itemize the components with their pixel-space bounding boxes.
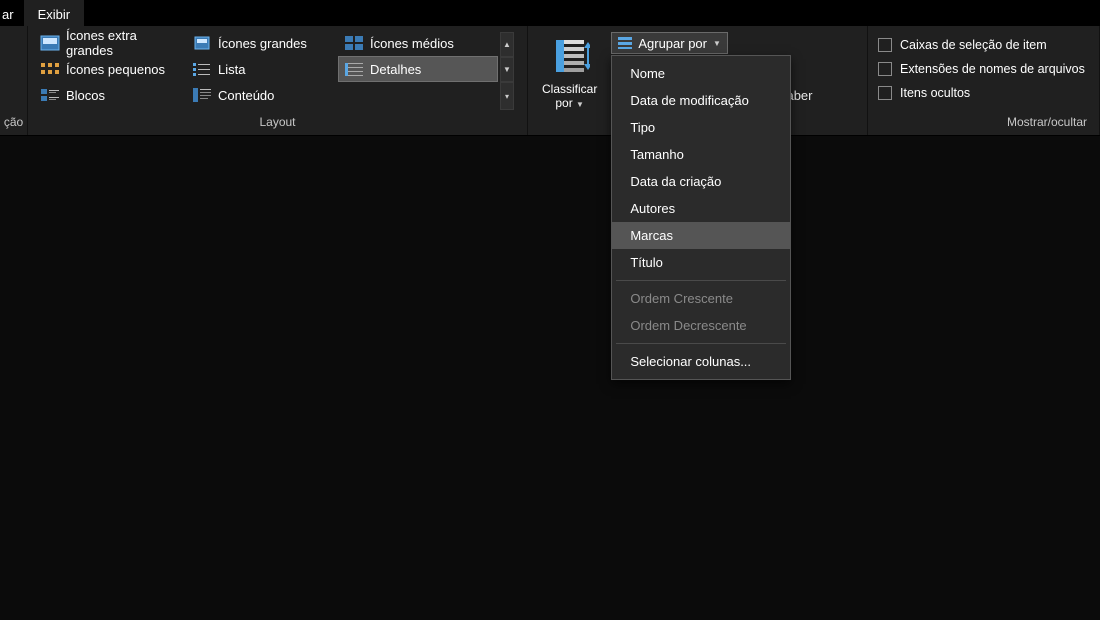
checkbox-label: Itens ocultos xyxy=(900,86,970,100)
layout-item-label: Lista xyxy=(218,62,245,77)
group-by-menu-item[interactable]: Marcas xyxy=(612,222,790,249)
layout-item-large-icons[interactable]: Ícones grandes xyxy=(186,30,338,56)
layout-item-label: Ícones grandes xyxy=(218,36,307,51)
gallery-scroll-down[interactable]: ▼ xyxy=(500,57,514,82)
list-icon xyxy=(192,61,212,77)
ribbon-group-panes-label: ção xyxy=(0,113,27,135)
sort-icon xyxy=(550,32,590,80)
group-by-menu-item[interactable]: Nome xyxy=(612,60,790,87)
layout-item-label: Detalhes xyxy=(370,62,421,77)
layout-gallery-scroll: ▲ ▼ ▾ xyxy=(500,32,514,110)
ribbon-group-layout-label: Layout xyxy=(28,113,527,135)
layout-item-label: Blocos xyxy=(66,88,105,103)
folder-content-area[interactable] xyxy=(0,136,1100,620)
checkbox-label: Caixas de seleção de item xyxy=(900,38,1047,52)
layout-item-medium-icons[interactable]: Ícones médios xyxy=(338,30,498,56)
layout-item-label: Ícones pequenos xyxy=(66,62,165,77)
group-by-icon xyxy=(618,37,632,49)
small-icons-icon xyxy=(40,61,60,77)
chevron-down-icon: ▼ xyxy=(713,39,721,48)
layout-gallery: Ícones extra grandes Ícones grandes xyxy=(34,30,498,108)
content-icon xyxy=(192,87,212,103)
group-by-menu-item[interactable]: Data de modificação xyxy=(612,87,790,114)
layout-item-extra-large-icons[interactable]: Ícones extra grandes xyxy=(34,30,186,56)
group-by-menu-item[interactable]: Autores xyxy=(612,195,790,222)
group-by-menu-item[interactable]: Data da criação xyxy=(612,168,790,195)
layout-item-small-icons[interactable]: Ícones pequenos xyxy=(34,56,186,82)
ribbon-tab-view[interactable]: Exibir xyxy=(24,0,85,26)
layout-item-list[interactable]: Lista xyxy=(186,56,338,82)
group-by-menu-item[interactable]: Tipo xyxy=(612,114,790,141)
checkbox-icon xyxy=(878,38,892,52)
ribbon-tabstrip: ar Exibir xyxy=(0,0,1100,26)
layout-item-label: Ícones médios xyxy=(370,36,454,51)
medium-icons-icon xyxy=(344,35,364,51)
ribbon-tab-partial[interactable]: ar xyxy=(0,0,24,26)
sort-by-label-line1: Classificar xyxy=(542,82,597,96)
ribbon: ção Ícones extra grandes Ícones grandes xyxy=(0,26,1100,136)
menu-separator xyxy=(616,343,786,344)
checkbox-icon xyxy=(878,86,892,100)
ribbon-group-show-hide-label: Mostrar/ocultar xyxy=(868,113,1099,135)
checkbox-item-selection-boxes[interactable]: Caixas de seleção de item xyxy=(874,34,1051,56)
large-icons-icon xyxy=(192,35,212,51)
gallery-expand[interactable]: ▾ xyxy=(500,82,514,110)
gallery-scroll-up[interactable]: ▲ xyxy=(500,32,514,57)
layout-item-details[interactable]: Detalhes xyxy=(338,56,498,82)
group-by-button[interactable]: Agrupar por ▼ xyxy=(611,32,728,54)
checkbox-icon xyxy=(878,62,892,76)
group-by-menu-item[interactable]: Título xyxy=(612,249,790,276)
details-icon xyxy=(344,61,364,77)
ribbon-group-layout: Ícones extra grandes Ícones grandes xyxy=(28,26,528,135)
chevron-down-icon: ▼ xyxy=(576,100,584,109)
group-by-label: Agrupar por xyxy=(638,36,707,51)
sort-by-label-line2: por xyxy=(555,96,572,110)
extra-large-icons-icon xyxy=(40,35,60,51)
layout-item-tiles[interactable]: Blocos xyxy=(34,82,186,108)
ribbon-group-current-view: Classificar por ▼ Agrupar por ▼ NomeData… xyxy=(528,26,868,135)
checkbox-label: Extensões de nomes de arquivos xyxy=(900,62,1085,76)
checkbox-item-file-extensions[interactable]: Extensões de nomes de arquivos xyxy=(874,58,1089,80)
group-by-menu: NomeData de modificaçãoTipoTamanhoData d… xyxy=(611,55,791,380)
layout-item-label: Ícones extra grandes xyxy=(66,28,180,58)
ribbon-group-show-hide: Caixas de seleção de item Extensões de n… xyxy=(868,26,1100,135)
sort-by-button[interactable]: Classificar por ▼ xyxy=(534,30,605,112)
group-by-menu-item: Ordem Decrescente xyxy=(612,312,790,339)
checkbox-item-hidden-items[interactable]: Itens ocultos xyxy=(874,82,974,104)
ribbon-group-panes: ção xyxy=(0,26,28,135)
group-by-menu-item: Ordem Crescente xyxy=(612,285,790,312)
layout-item-label: Conteúdo xyxy=(218,88,274,103)
menu-separator xyxy=(616,280,786,281)
group-by-menu-item[interactable]: Tamanho xyxy=(612,141,790,168)
group-by-menu-item[interactable]: Selecionar colunas... xyxy=(612,348,790,375)
tiles-icon xyxy=(40,87,60,103)
layout-item-content[interactable]: Conteúdo xyxy=(186,82,338,108)
